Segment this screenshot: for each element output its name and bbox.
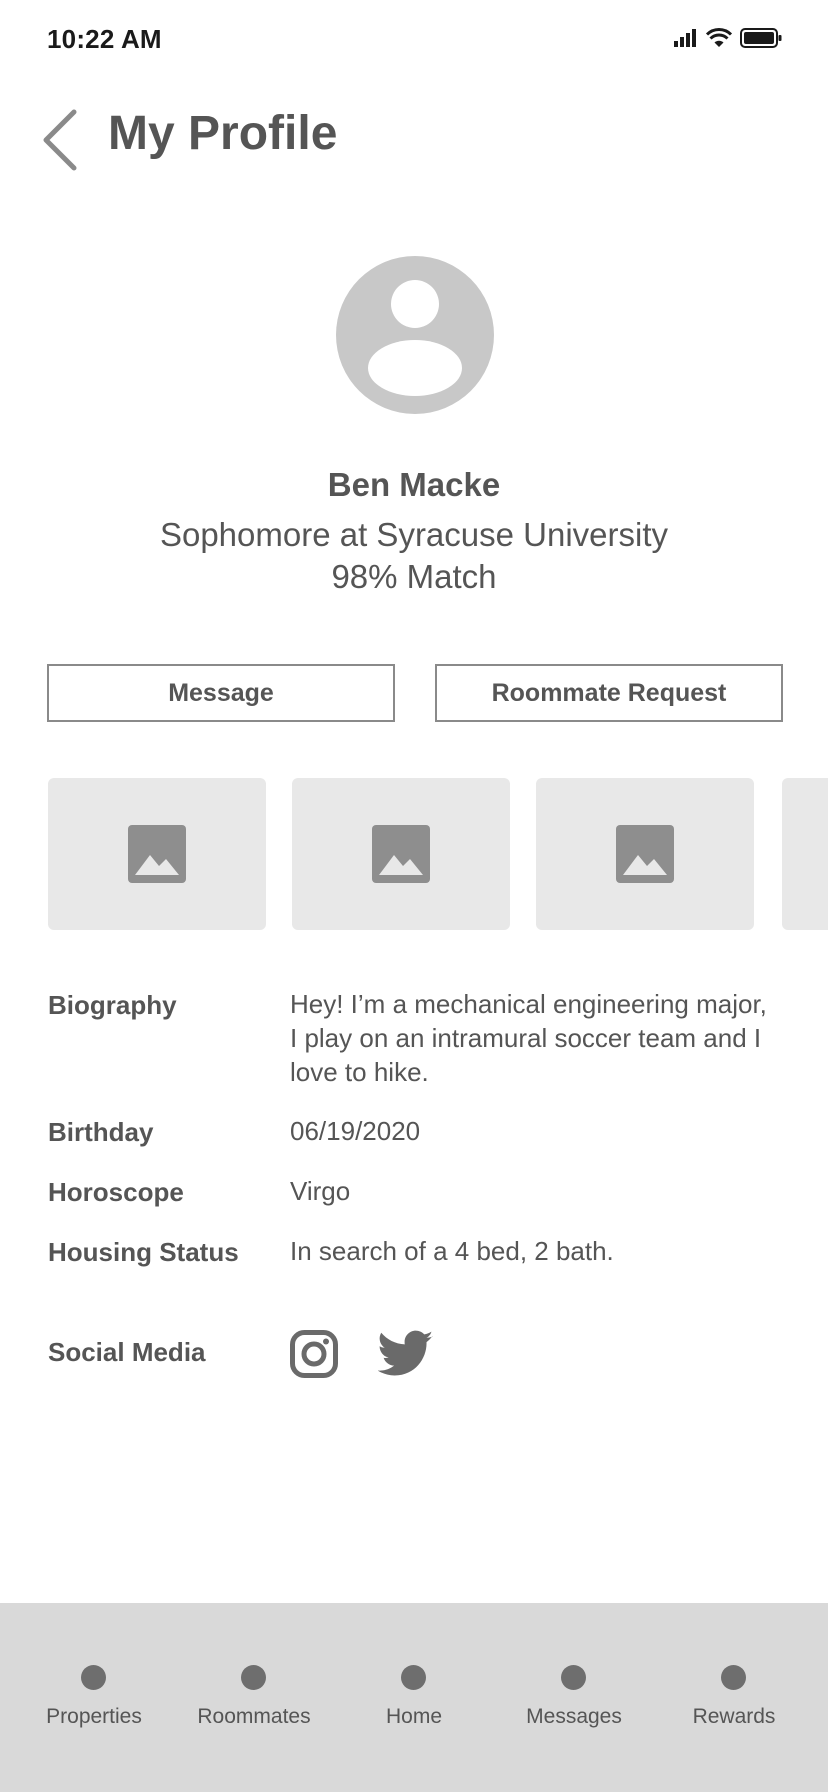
profile-name: Ben Macke (327, 466, 501, 503)
photo-placeholder[interactable] (292, 778, 510, 930)
tab-label: Roommates (197, 1705, 311, 1728)
status-time: 10:22 AM (47, 24, 162, 54)
photo-placeholder[interactable] (536, 778, 754, 930)
tab-dot-icon (561, 1665, 586, 1690)
image-icon (128, 825, 186, 883)
instagram-icon[interactable] (290, 1330, 338, 1383)
roommate-request-button[interactable]: Roommate Request (435, 664, 783, 722)
tab-rewards[interactable]: Rewards (651, 1603, 817, 1792)
horoscope-label: Horoscope (48, 1177, 184, 1207)
tab-bar: Properties Roommates Home Messages Rewar… (0, 1603, 828, 1792)
tab-label: Properties (46, 1705, 142, 1728)
status-bar: 10:22 AM (0, 0, 828, 80)
tab-dot-icon (721, 1665, 746, 1690)
housing-status-value: In search of a 4 bed, 2 bath. (290, 1236, 614, 1266)
photo-placeholder[interactable] (48, 778, 266, 930)
twitter-icon[interactable] (377, 1330, 434, 1383)
birthday-value: 06/19/2020 (290, 1116, 421, 1146)
tab-messages[interactable]: Messages (491, 1603, 657, 1792)
horoscope-value: Virgo (290, 1176, 351, 1206)
back-button[interactable] (38, 108, 86, 172)
tab-label: Home (385, 1705, 443, 1728)
page-title: My Profile (108, 107, 338, 160)
tab-properties[interactable]: Properties (11, 1603, 177, 1792)
housing-status-label: Housing Status (48, 1237, 239, 1267)
avatar (336, 256, 494, 414)
image-icon (372, 825, 430, 883)
biography-value: Hey! I’m a mechanical engineering major,… (290, 989, 767, 1087)
match-percentage: 98% Match (331, 558, 497, 595)
wifi-icon (706, 28, 732, 47)
battery-icon (740, 28, 782, 48)
tab-home[interactable]: Home (331, 1603, 497, 1792)
photo-placeholder-partial[interactable] (782, 778, 828, 930)
tab-dot-icon (81, 1665, 106, 1690)
tab-roommates[interactable]: Roommates (171, 1603, 337, 1792)
tab-dot-icon (401, 1665, 426, 1690)
social-media-label: Social Media (48, 1337, 206, 1367)
signal-icon (674, 29, 696, 47)
status-icons (674, 28, 782, 48)
image-icon (616, 825, 674, 883)
tab-label: Rewards (692, 1705, 776, 1728)
tab-label: Messages (526, 1705, 622, 1728)
message-button[interactable]: Message (47, 664, 395, 722)
chevron-left-icon (43, 109, 77, 171)
biography-label: Biography (48, 990, 177, 1020)
profile-school: Sophomore at Syracuse University (159, 516, 669, 553)
tab-dot-icon (241, 1665, 266, 1690)
user-icon (368, 280, 462, 396)
birthday-label: Birthday (48, 1117, 154, 1147)
